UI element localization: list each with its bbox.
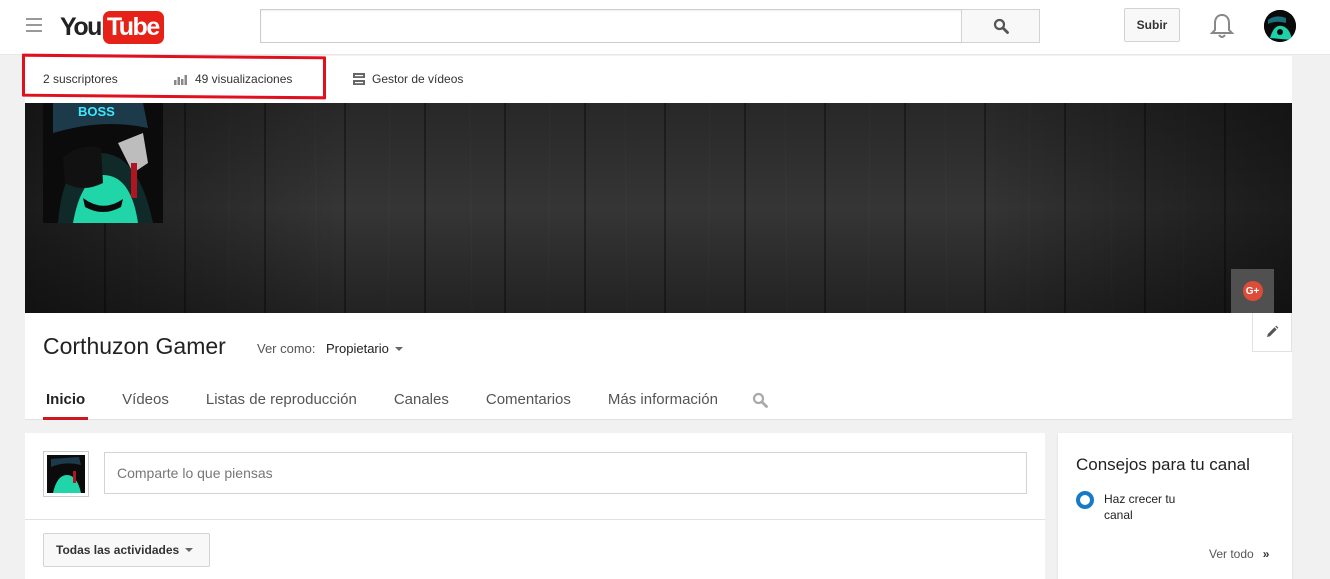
view-count-label: 49 visualizaciones bbox=[195, 72, 293, 86]
tab-about[interactable]: Más información bbox=[605, 383, 721, 420]
bar-chart-icon bbox=[174, 75, 187, 85]
upload-button[interactable]: Subir bbox=[1124, 8, 1180, 42]
view-as-label: Ver como: bbox=[257, 341, 316, 356]
gplus-icon: G+ bbox=[1242, 281, 1263, 301]
share-thoughts-box[interactable] bbox=[104, 452, 1027, 494]
subscriber-count: 2 suscriptores bbox=[43, 72, 118, 86]
masthead: You Tube Subir bbox=[0, 0, 1330, 55]
tab-comments[interactable]: Comentarios bbox=[483, 383, 574, 420]
activities-filter-dropdown[interactable]: Todas las actividades bbox=[43, 533, 210, 567]
video-manager-link[interactable]: Gestor de vídeos bbox=[353, 72, 463, 86]
tip-grow-channel[interactable]: Haz crecer tu canal bbox=[1076, 491, 1204, 523]
video-manager-label: Gestor de vídeos bbox=[372, 72, 464, 86]
channel-tabs: Inicio Vídeos Listas de reproducción Can… bbox=[43, 383, 768, 420]
feed-divider bbox=[25, 519, 1045, 520]
channel-avatar[interactable]: BOSS bbox=[43, 103, 163, 223]
search-box[interactable] bbox=[260, 9, 962, 43]
share-avatar bbox=[43, 451, 89, 497]
view-as-value: Propietario bbox=[326, 341, 389, 356]
tab-videos[interactable]: Vídeos bbox=[119, 383, 172, 420]
channel-stats-bar: 2 suscriptores 49 visualizaciones Gestor… bbox=[25, 56, 1292, 103]
edit-pencil-icon[interactable] bbox=[1252, 313, 1292, 352]
activities-filter-label: Todas las actividades bbox=[56, 543, 180, 557]
caret-down-icon bbox=[394, 346, 403, 351]
channel-tips-card: Consejos para tu canal Haz crecer tu can… bbox=[1058, 433, 1292, 579]
channel-header: Corthuzon Gamer Ver como: Propietario In… bbox=[25, 313, 1292, 420]
youtube-logo[interactable]: You Tube bbox=[60, 10, 164, 44]
bell-icon[interactable] bbox=[1209, 12, 1235, 40]
gplus-button[interactable]: G+ bbox=[1231, 269, 1274, 313]
channel-banner bbox=[25, 103, 1292, 313]
video-manager-icon bbox=[353, 73, 365, 85]
caret-down-icon bbox=[185, 548, 194, 552]
svg-text:BOSS: BOSS bbox=[78, 104, 115, 119]
search-input[interactable] bbox=[261, 10, 962, 42]
logo-tube-text: Tube bbox=[102, 10, 164, 44]
double-chevron-icon: » bbox=[1262, 547, 1270, 561]
tab-inicio[interactable]: Inicio bbox=[43, 383, 89, 420]
tab-channels[interactable]: Canales bbox=[391, 383, 452, 420]
search-icon bbox=[993, 18, 1009, 34]
banner-wood-texture bbox=[25, 103, 1292, 313]
activity-feed: Todas las actividades bbox=[25, 433, 1045, 579]
tips-title: Consejos para tu canal bbox=[1076, 455, 1250, 474]
see-all-label: Ver todo bbox=[1209, 547, 1254, 561]
tip-label: Haz crecer tu canal bbox=[1104, 492, 1176, 522]
search-button[interactable] bbox=[961, 9, 1040, 43]
see-all-link[interactable]: Ver todo » bbox=[1209, 547, 1269, 561]
channel-search-icon[interactable] bbox=[752, 383, 768, 420]
progress-ring-icon bbox=[1076, 491, 1094, 509]
tab-playlists[interactable]: Listas de reproducción bbox=[203, 383, 360, 420]
account-avatar[interactable] bbox=[1264, 10, 1296, 42]
menu-icon[interactable] bbox=[26, 18, 42, 32]
share-thoughts-input[interactable] bbox=[105, 453, 1026, 493]
view-count: 49 visualizaciones bbox=[174, 72, 292, 86]
logo-you-text: You bbox=[60, 12, 102, 41]
view-as-dropdown[interactable]: Propietario bbox=[326, 341, 403, 356]
channel-title: Corthuzon Gamer bbox=[43, 333, 226, 359]
